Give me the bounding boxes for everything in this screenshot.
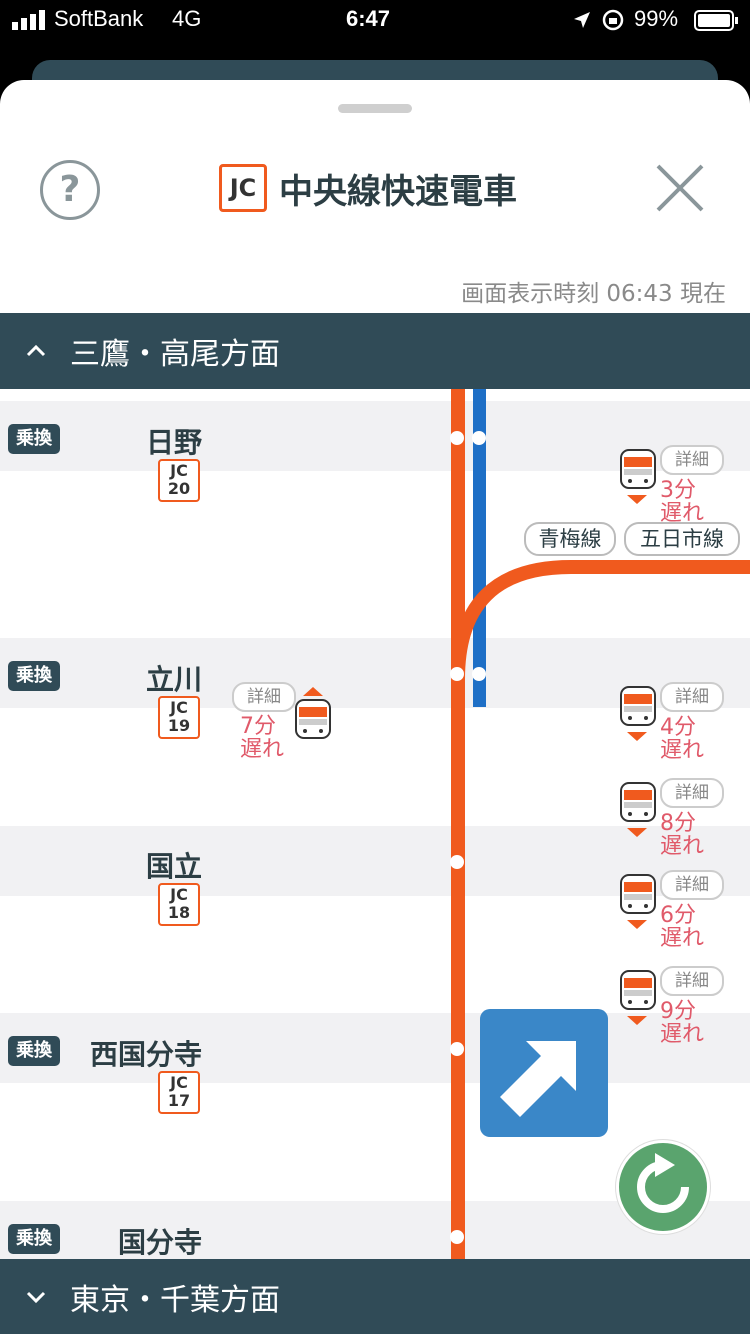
- station-dot: [450, 855, 464, 869]
- train-icon[interactable]: [620, 782, 656, 826]
- close-x-icon[interactable]: [656, 164, 704, 212]
- branch-line-label[interactable]: 青梅線: [524, 522, 616, 556]
- direction-label: 東京・千葉方面: [70, 1283, 280, 1318]
- station-code-line: JC: [170, 885, 188, 904]
- direction-header-down[interactable]: 東京・千葉方面: [0, 1259, 750, 1334]
- train-direction-arrow: [627, 1016, 647, 1025]
- delay-minutes: 4分: [660, 715, 696, 740]
- status-bar: SoftBank 4G 6:47 99%: [0, 0, 750, 42]
- display-timestamp: 画面表示時刻 06:43 現在: [461, 281, 726, 307]
- station-code-line: JC: [170, 698, 188, 717]
- train-icon[interactable]: [620, 874, 656, 918]
- train-delay: 7分 遅れ: [240, 715, 284, 761]
- transfer-badge[interactable]: 乗換: [8, 661, 60, 691]
- train-detail-button[interactable]: 詳細: [660, 966, 724, 996]
- train-delay: 6分 遅れ: [660, 904, 704, 950]
- station-name[interactable]: 立川: [94, 658, 254, 698]
- station-name[interactable]: 日野: [94, 421, 254, 461]
- station-code-line: JC: [170, 461, 188, 480]
- train-icon[interactable]: [295, 699, 331, 743]
- station-code-number: 20: [167, 479, 191, 498]
- direction-header-up[interactable]: 三鷹・高尾方面: [0, 313, 750, 389]
- train-direction-arrow: [627, 828, 647, 837]
- branch-track-curve: [451, 560, 750, 679]
- delay-minutes: 9分: [660, 999, 696, 1024]
- question-circle-icon[interactable]: ?: [40, 160, 100, 220]
- train-detail-button[interactable]: 詳細: [660, 778, 724, 808]
- station-name[interactable]: 国分寺: [80, 1221, 240, 1259]
- train-icon[interactable]: [620, 686, 656, 730]
- train-direction-arrow: [303, 687, 323, 696]
- station-dot: [450, 431, 464, 445]
- train-direction-arrow: [627, 732, 647, 741]
- station-code-number: 18: [167, 903, 191, 922]
- line-detail-sheet: ? JC 中央線快速電車 画面表示時刻 06:43 現在 三鷹・高尾方面 乗換 …: [0, 80, 750, 1334]
- station-code: JC 19: [158, 696, 200, 739]
- signal-icon: [12, 10, 45, 30]
- train-delay: 8分 遅れ: [660, 812, 704, 858]
- train-delay: 3分 遅れ: [660, 479, 704, 525]
- station-dot: [472, 431, 486, 445]
- chevron-up-icon: [26, 344, 46, 357]
- refresh-icon: [637, 1153, 689, 1213]
- train-icon[interactable]: [620, 449, 656, 493]
- station-code-number: 17: [167, 1091, 191, 1110]
- battery-percent: 99%: [634, 6, 679, 31]
- line-title: 中央線快速電車: [279, 171, 517, 212]
- sheet-grabber[interactable]: [338, 104, 412, 113]
- refresh-button[interactable]: [616, 1140, 710, 1234]
- train-icon[interactable]: [620, 970, 656, 1014]
- branch-line-label[interactable]: 五日市線: [624, 522, 740, 556]
- delay-minutes: 3分: [660, 478, 696, 503]
- train-detail-button[interactable]: 詳細: [660, 682, 724, 712]
- train-detail-button[interactable]: 詳細: [660, 870, 724, 900]
- battery-icon: [694, 10, 738, 31]
- delay-word: 遅れ: [660, 501, 705, 526]
- delay-word: 遅れ: [660, 834, 705, 859]
- train-detail-button[interactable]: 詳細: [660, 445, 724, 475]
- transfer-badge[interactable]: 乗換: [8, 1224, 60, 1254]
- delay-word: 遅れ: [240, 737, 285, 762]
- delay-minutes: 8分: [660, 811, 696, 836]
- chuo-line-track: [451, 389, 465, 1259]
- train-direction-arrow: [627, 920, 647, 929]
- delay-minutes: 7分: [240, 714, 276, 739]
- train-delay: 9分 遅れ: [660, 1000, 704, 1046]
- station-code: JC 20: [158, 459, 200, 502]
- delay-word: 遅れ: [660, 926, 705, 951]
- location-icon: [574, 12, 590, 28]
- station-name[interactable]: 国立: [94, 845, 254, 885]
- delay-minutes: 6分: [660, 903, 696, 928]
- train-detail-button[interactable]: 詳細: [232, 682, 296, 712]
- clock: 6:47: [346, 6, 391, 31]
- route-diagram: 乗換 日野 JC 20 乗換 立川 JC 19 国立 JC 18 乗換 西国分寺…: [0, 389, 750, 1259]
- delay-word: 遅れ: [660, 738, 705, 763]
- carrier-name: SoftBank: [54, 6, 144, 31]
- station-code-number: 19: [167, 716, 191, 735]
- train-direction-arrow: [627, 495, 647, 504]
- train-delay: 4分 遅れ: [660, 716, 704, 762]
- station-code-line: JC: [170, 1073, 188, 1092]
- station-code: JC 18: [158, 883, 200, 926]
- line-code-badge: JC: [219, 164, 267, 212]
- station-dot: [472, 667, 486, 681]
- direction-label: 三鷹・高尾方面: [70, 337, 280, 372]
- station-dot: [450, 667, 464, 681]
- station-dot: [450, 1230, 464, 1244]
- station-dot: [450, 1042, 464, 1056]
- rotation-lock-icon: [602, 9, 624, 31]
- network-type: 4G: [172, 6, 202, 31]
- title-group: JC 中央線快速電車: [219, 164, 517, 212]
- transfer-badge[interactable]: 乗換: [8, 1036, 60, 1066]
- jump-to-station-button[interactable]: [480, 1009, 608, 1137]
- arrow-up-right-icon: [500, 1041, 576, 1117]
- station-code: JC 17: [158, 1071, 200, 1114]
- transfer-badge[interactable]: 乗換: [8, 424, 60, 454]
- station-name[interactable]: 西国分寺: [66, 1033, 226, 1073]
- delay-word: 遅れ: [660, 1022, 705, 1047]
- chevron-down-icon: [26, 1291, 46, 1304]
